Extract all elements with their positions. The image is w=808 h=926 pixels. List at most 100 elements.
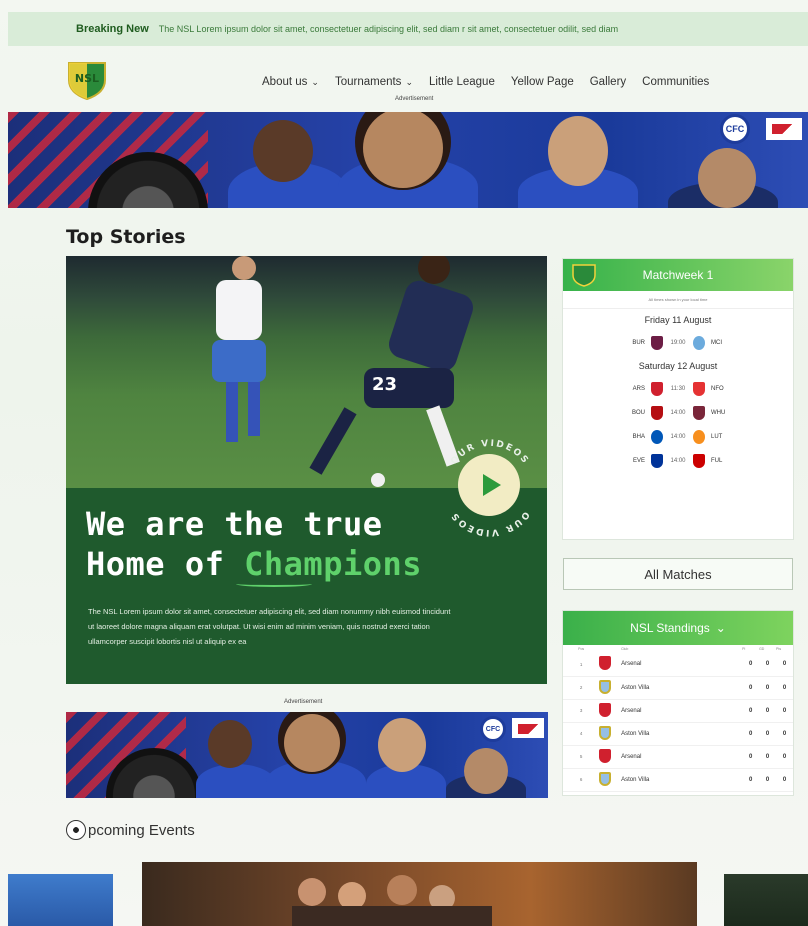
chelsea-badge-icon: CFC [480, 716, 506, 742]
nav-label: Tournaments [334, 76, 402, 88]
nsl-mini-logo-icon [572, 264, 596, 287]
home-crest-icon [651, 430, 663, 444]
hero-story-card[interactable]: 23 We are the true Home of Champions The… [66, 256, 547, 684]
kickoff-time: 11:30 [670, 386, 686, 392]
nav-label: About us [262, 76, 308, 88]
advertisement-label: Advertisement [284, 699, 323, 705]
sponsor-logo-icon [766, 118, 802, 140]
player-head [253, 120, 313, 182]
home-team-code: EVE [632, 458, 645, 464]
headline-accent: Champions [244, 545, 423, 583]
match-day-label: Saturday 12 August [638, 361, 718, 371]
table-row[interactable]: 4 Aston Villa 0 0 0 [563, 722, 793, 746]
nav-item-tournaments[interactable]: Tournaments ⌄ [335, 76, 413, 88]
nav-label: Communities [642, 76, 710, 88]
advertisement-banner[interactable]: CFC [66, 712, 548, 798]
headline-line-1: We are the true [86, 505, 383, 543]
nav-item-about[interactable]: About us ⌄ [262, 76, 319, 88]
player-head [378, 718, 426, 772]
standings-table: Pos Club Pl GD Pts 1 Arsenal 0 0 0 2 Ast… [563, 645, 793, 792]
standings-widget: NSL Standings ⌄ Pos Club Pl GD Pts 1 Ars… [562, 610, 794, 796]
main-nav: About us ⌄ Tournaments ⌄ Little League Yel… [262, 76, 709, 88]
event-card[interactable] [8, 874, 113, 926]
matchweek-header: Matchweek 1 [563, 259, 793, 291]
advertisement-banner[interactable]: CFC [8, 112, 808, 208]
club-crest-icon [599, 702, 612, 717]
matchweek-title: Matchweek 1 [642, 268, 714, 282]
table-row[interactable]: 3 Arsenal 0 0 0 [563, 699, 793, 723]
home-crest-icon [651, 336, 663, 350]
play-video-button[interactable] [458, 454, 520, 516]
row-pts: 0 [776, 699, 793, 723]
table-row[interactable]: 1 Arsenal 0 0 0 [563, 653, 793, 677]
all-matches-button[interactable]: All Matches [563, 558, 793, 590]
event-card[interactable] [142, 862, 697, 926]
matchweek-widget: Matchweek 1 All times shown in your loca… [562, 258, 794, 540]
hero-headline: We are the true Home of Champions [86, 504, 422, 584]
row-team: Arsenal [621, 653, 743, 677]
away-team-code: FUL [711, 458, 723, 464]
fixture-row[interactable]: BUR 19:00 MCI [563, 331, 793, 355]
chevron-down-icon: ⌄ [405, 76, 413, 87]
row-pos: 2 [563, 676, 600, 700]
col-pos: Pos [578, 647, 585, 651]
standings-header[interactable]: NSL Standings ⌄ [563, 611, 793, 645]
nav-label: Little League [428, 76, 495, 88]
home-team-code: BHA [632, 434, 645, 440]
fixture-row[interactable]: EVE 14:00 FUL [563, 449, 793, 473]
nsl-logo[interactable]: NSL [66, 60, 108, 100]
row-gd: 0 [759, 722, 777, 746]
play-icon [482, 474, 501, 496]
player-head [698, 148, 756, 208]
home-team-code: BOU [631, 410, 645, 416]
kickoff-time: 14:00 [670, 458, 686, 464]
top-stories-title: Top Stories [66, 226, 186, 248]
player-head [548, 116, 608, 186]
row-pl: 0 [742, 676, 760, 700]
kickoff-time: 19:00 [670, 340, 686, 346]
upcoming-events-label: pcoming Events [88, 821, 195, 839]
kickoff-time: 14:00 [670, 410, 686, 416]
nav-item-gallery[interactable]: Gallery [590, 76, 626, 88]
nav-item-communities[interactable]: Communities [642, 76, 709, 88]
row-pl: 0 [742, 722, 760, 746]
table-row[interactable]: 6 Aston Villa 0 0 0 [563, 768, 793, 792]
row-pts: 0 [776, 768, 793, 792]
player-head [208, 720, 252, 768]
logo-text: NSL [75, 72, 99, 85]
breaking-news-ticker[interactable]: The NSL Lorem ipsum dolor sit amet, cons… [159, 24, 618, 34]
row-pos: 1 [563, 653, 600, 677]
event-photo [292, 875, 492, 926]
table-row[interactable]: 2 Aston Villa 0 0 0 [563, 676, 793, 700]
nav-item-little-league[interactable]: Little League [429, 76, 495, 88]
fixture-row[interactable]: BHA 14:00 LUT [563, 425, 793, 449]
row-gd: 0 [759, 745, 777, 769]
col-pl: Pl [742, 647, 746, 651]
event-card[interactable] [724, 874, 808, 926]
row-pts: 0 [776, 676, 793, 700]
club-crest-icon [599, 679, 612, 694]
row-pts: 0 [776, 722, 793, 746]
col-club: Club [621, 647, 629, 651]
soccer-ball-icon [66, 820, 86, 840]
breaking-news-label: Breaking New [76, 23, 149, 35]
row-pos: 4 [563, 722, 600, 746]
home-team-code: ARS [632, 386, 645, 392]
row-gd: 0 [759, 768, 777, 792]
club-crest-icon [599, 748, 612, 763]
fixture-row[interactable]: ARS 11:30 NFO [563, 377, 793, 401]
club-crest-icon [599, 725, 612, 740]
fixture-row[interactable]: BOU 14:00 WHU [563, 401, 793, 425]
away-team-code: MCI [711, 340, 722, 346]
away-crest-icon [693, 406, 705, 420]
nav-item-yellow-page[interactable]: Yellow Page [511, 76, 574, 88]
home-crest-icon [651, 382, 663, 396]
breaking-news-bar: Breaking New The NSL Lorem ipsum dolor s… [8, 12, 808, 46]
row-pts: 0 [776, 653, 793, 677]
row-pl: 0 [742, 653, 760, 677]
player-image [196, 764, 276, 798]
row-team: Aston Villa [621, 676, 743, 700]
row-team: Arsenal [621, 699, 743, 723]
match-day-label: Friday 11 August [644, 315, 712, 325]
table-row[interactable]: 5 Arsenal 0 0 0 [563, 745, 793, 769]
